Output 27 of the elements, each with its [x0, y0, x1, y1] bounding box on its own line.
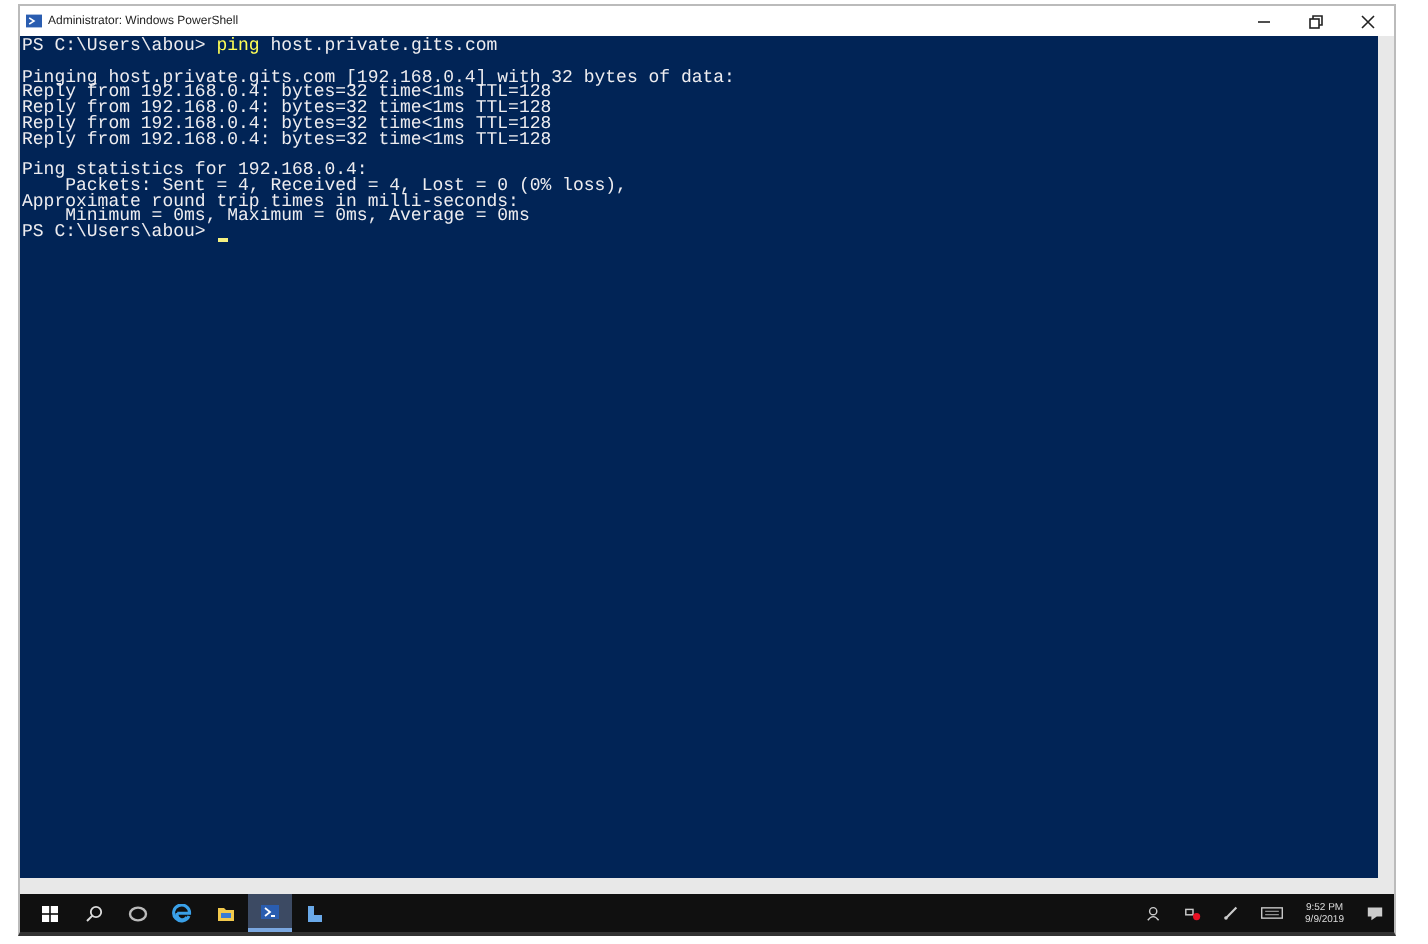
horizontal-scrollbar[interactable] — [20, 878, 1394, 894]
console-line: Packets: Sent = 4, Received = 4, Lost = 0 (0% loss), — [65, 179, 629, 195]
notification-icon[interactable] — [1366, 904, 1384, 922]
terminal-icon — [260, 901, 280, 921]
console-line: PS C:\Users\abou> — [22, 226, 206, 242]
vertical-scrollbar[interactable] — [1378, 36, 1394, 878]
console-line: PS C:\Users\abou> ping host.private.gits.com — [22, 40, 500, 56]
console-line: Ping statistics for 192.168.0.4: — [22, 164, 370, 180]
console-line: Minimum = 0ms, Maximum = 0ms, Average = 0ms — [65, 210, 532, 226]
powershell-icon — [26, 14, 42, 28]
browser-icon — [172, 903, 192, 923]
search-icon — [84, 903, 104, 923]
close-button[interactable] — [1358, 11, 1378, 31]
people-icon[interactable] — [1145, 904, 1164, 922]
terminal-button[interactable] — [248, 894, 292, 932]
ring-icon — [128, 903, 148, 923]
windows-logo-icon — [40, 903, 60, 923]
restore-button[interactable] — [1306, 11, 1326, 31]
console-line: Reply from 192.168.0.4: bytes=32 time<1ms TTL=128 — [22, 133, 554, 149]
console-line: Reply from 192.168.0.4: bytes=32 time<1ms TTL=128 — [22, 102, 554, 118]
keyboard-icon[interactable] — [1259, 904, 1284, 922]
network-warning-icon[interactable] — [1183, 904, 1202, 922]
folder-icon — [216, 903, 236, 923]
console-line: Reply from 192.168.0.4: bytes=32 time<1ms TTL=128 — [22, 117, 554, 133]
console-line: Reply from 192.168.0.4: bytes=32 time<1ms TTL=128 — [22, 86, 552, 102]
server-icon — [304, 903, 324, 923]
pen-icon[interactable] — [1221, 904, 1240, 922]
